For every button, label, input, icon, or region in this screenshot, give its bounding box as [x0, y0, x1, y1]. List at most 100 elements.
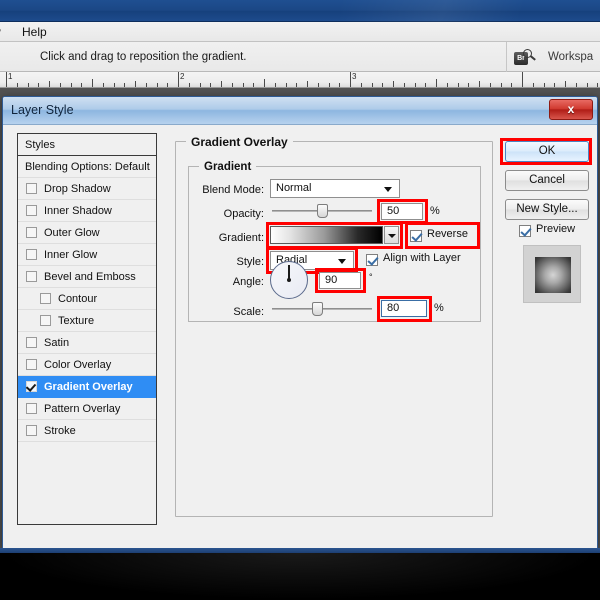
ruler-tick	[371, 83, 373, 87]
style-item-checkbox[interactable]	[26, 183, 37, 194]
style-item-checkbox[interactable]	[26, 271, 37, 282]
angle-label: Angle:	[232, 276, 264, 288]
ruler-tick	[81, 83, 83, 87]
blend-mode-select[interactable]: Normal	[270, 179, 400, 198]
close-icon[interactable]: x	[549, 99, 593, 120]
style-label: Style:	[236, 256, 264, 268]
style-item-checkbox[interactable]	[40, 315, 51, 326]
ruler-tick	[6, 72, 7, 87]
ruler-tick	[457, 83, 459, 87]
style-item-label: Bevel and Emboss	[44, 271, 136, 283]
scale-input[interactable]: 80	[381, 300, 427, 317]
ruler-tick	[339, 83, 341, 87]
ruler-tick	[586, 83, 588, 87]
angle-dial-hub	[287, 278, 291, 282]
style-list-item[interactable]: Inner Glow	[18, 244, 156, 266]
styles-list-items[interactable]: Blending Options: Default Drop Shadow Inne…	[18, 156, 156, 524]
chevron-down-icon	[384, 187, 392, 192]
opacity-slider-thumb[interactable]	[317, 204, 328, 218]
style-item-checkbox[interactable]	[26, 425, 37, 436]
workspace-label[interactable]: Workspa	[548, 51, 593, 63]
style-list-item[interactable]: Blending Options: Default	[18, 156, 156, 178]
scale-slider-thumb[interactable]	[312, 302, 323, 316]
style-item-label: Stroke	[44, 425, 76, 437]
ruler-tick	[382, 83, 384, 87]
ruler-tick	[70, 83, 72, 87]
opacity-label: Opacity:	[223, 208, 264, 220]
dialog-actions: OK Cancel New Style... Preview	[500, 133, 593, 525]
ruler-tick	[543, 83, 545, 87]
menu-item-view[interactable]: w	[0, 25, 1, 39]
style-list-item[interactable]: Outer Glow	[18, 222, 156, 244]
opacity-input[interactable]: 50	[381, 203, 423, 220]
style-list-item[interactable]: Satin	[18, 332, 156, 354]
ruler-tick	[360, 83, 362, 87]
gradient-label: Gradient:	[218, 232, 264, 244]
menu-item-help[interactable]: Help	[22, 25, 47, 39]
gradient-subgroup: Gradient Blend Mode: Normal Opacity: 50 …	[188, 161, 481, 322]
ruler-tick	[393, 81, 394, 87]
ruler-tick	[532, 83, 534, 87]
menu-bar: w Help	[0, 22, 600, 42]
style-item-checkbox[interactable]	[26, 359, 37, 370]
align-with-layer-checkbox-box	[366, 254, 378, 266]
style-list-item[interactable]: Pattern Overlay	[18, 398, 156, 420]
ok-annotation-box	[500, 138, 592, 165]
style-item-checkbox[interactable]	[26, 249, 37, 260]
ruler-tick	[403, 83, 405, 87]
style-item-label: Blending Options: Default	[25, 161, 150, 173]
gradient-swatch[interactable]	[270, 226, 383, 244]
style-item-checkbox[interactable]	[26, 403, 37, 414]
cancel-button[interactable]: Cancel	[505, 170, 589, 191]
style-item-label: Drop Shadow	[44, 183, 111, 195]
style-item-label: Inner Glow	[44, 249, 98, 261]
ruler-tick	[49, 81, 50, 87]
style-item-checkbox[interactable]	[26, 205, 37, 216]
opacity-slider[interactable]	[272, 203, 372, 219]
ruler-tick	[178, 72, 179, 87]
style-item-checkbox[interactable]	[26, 227, 37, 238]
style-list-item[interactable]: Texture	[18, 310, 156, 332]
gradient-preset-dropdown[interactable]	[384, 226, 399, 244]
style-item-checkbox[interactable]	[26, 337, 37, 348]
layer-style-dialog: Layer Style x Styles Blending Options: D…	[2, 96, 598, 548]
chevron-down-icon	[388, 234, 396, 238]
angle-unit: °	[369, 272, 373, 282]
angle-input[interactable]: 90	[319, 272, 361, 289]
style-list-item[interactable]: Contour	[18, 288, 156, 310]
ruler-tick	[425, 83, 427, 87]
style-list-item[interactable]: Bevel and Emboss	[18, 266, 156, 288]
ruler-tick	[145, 83, 147, 87]
ruler-tick	[468, 83, 470, 87]
style-list-item[interactable]: Color Overlay	[18, 354, 156, 376]
bridge-icon-magnifier-handle	[530, 55, 536, 61]
ruler-tick	[92, 79, 93, 87]
angle-dial[interactable]	[270, 261, 308, 299]
ruler-tick	[436, 79, 437, 87]
ruler-tick	[285, 83, 287, 87]
style-list-item[interactable]: Stroke	[18, 420, 156, 442]
scale-unit: %	[434, 302, 444, 314]
ruler-tick	[188, 83, 190, 87]
style-list-item[interactable]: Inner Shadow	[18, 200, 156, 222]
ruler-number: 1	[8, 72, 13, 81]
blend-mode-value: Normal	[276, 182, 312, 194]
ruler-tick	[124, 83, 126, 87]
style-list-item[interactable]: Drop Shadow	[18, 178, 156, 200]
ruler-tick	[113, 83, 115, 87]
style-item-checkbox[interactable]	[26, 381, 37, 392]
style-item-checkbox[interactable]	[40, 293, 51, 304]
dialog-titlebar[interactable]: Layer Style x	[3, 97, 597, 125]
ruler-tick	[38, 83, 40, 87]
bridge-icon[interactable]: Br	[514, 49, 536, 65]
ruler-tick	[565, 81, 566, 87]
ruler-tick	[135, 81, 136, 87]
gradient-subgroup-title: Gradient	[199, 161, 257, 173]
ruler-tick	[16, 83, 18, 87]
new-style-button[interactable]: New Style...	[505, 199, 589, 220]
style-list-item[interactable]: Gradient Overlay	[18, 376, 156, 398]
opacity-unit: %	[430, 205, 440, 217]
ruler-tick	[264, 79, 265, 87]
scale-slider[interactable]	[272, 301, 372, 317]
ruler-tick	[253, 83, 255, 87]
